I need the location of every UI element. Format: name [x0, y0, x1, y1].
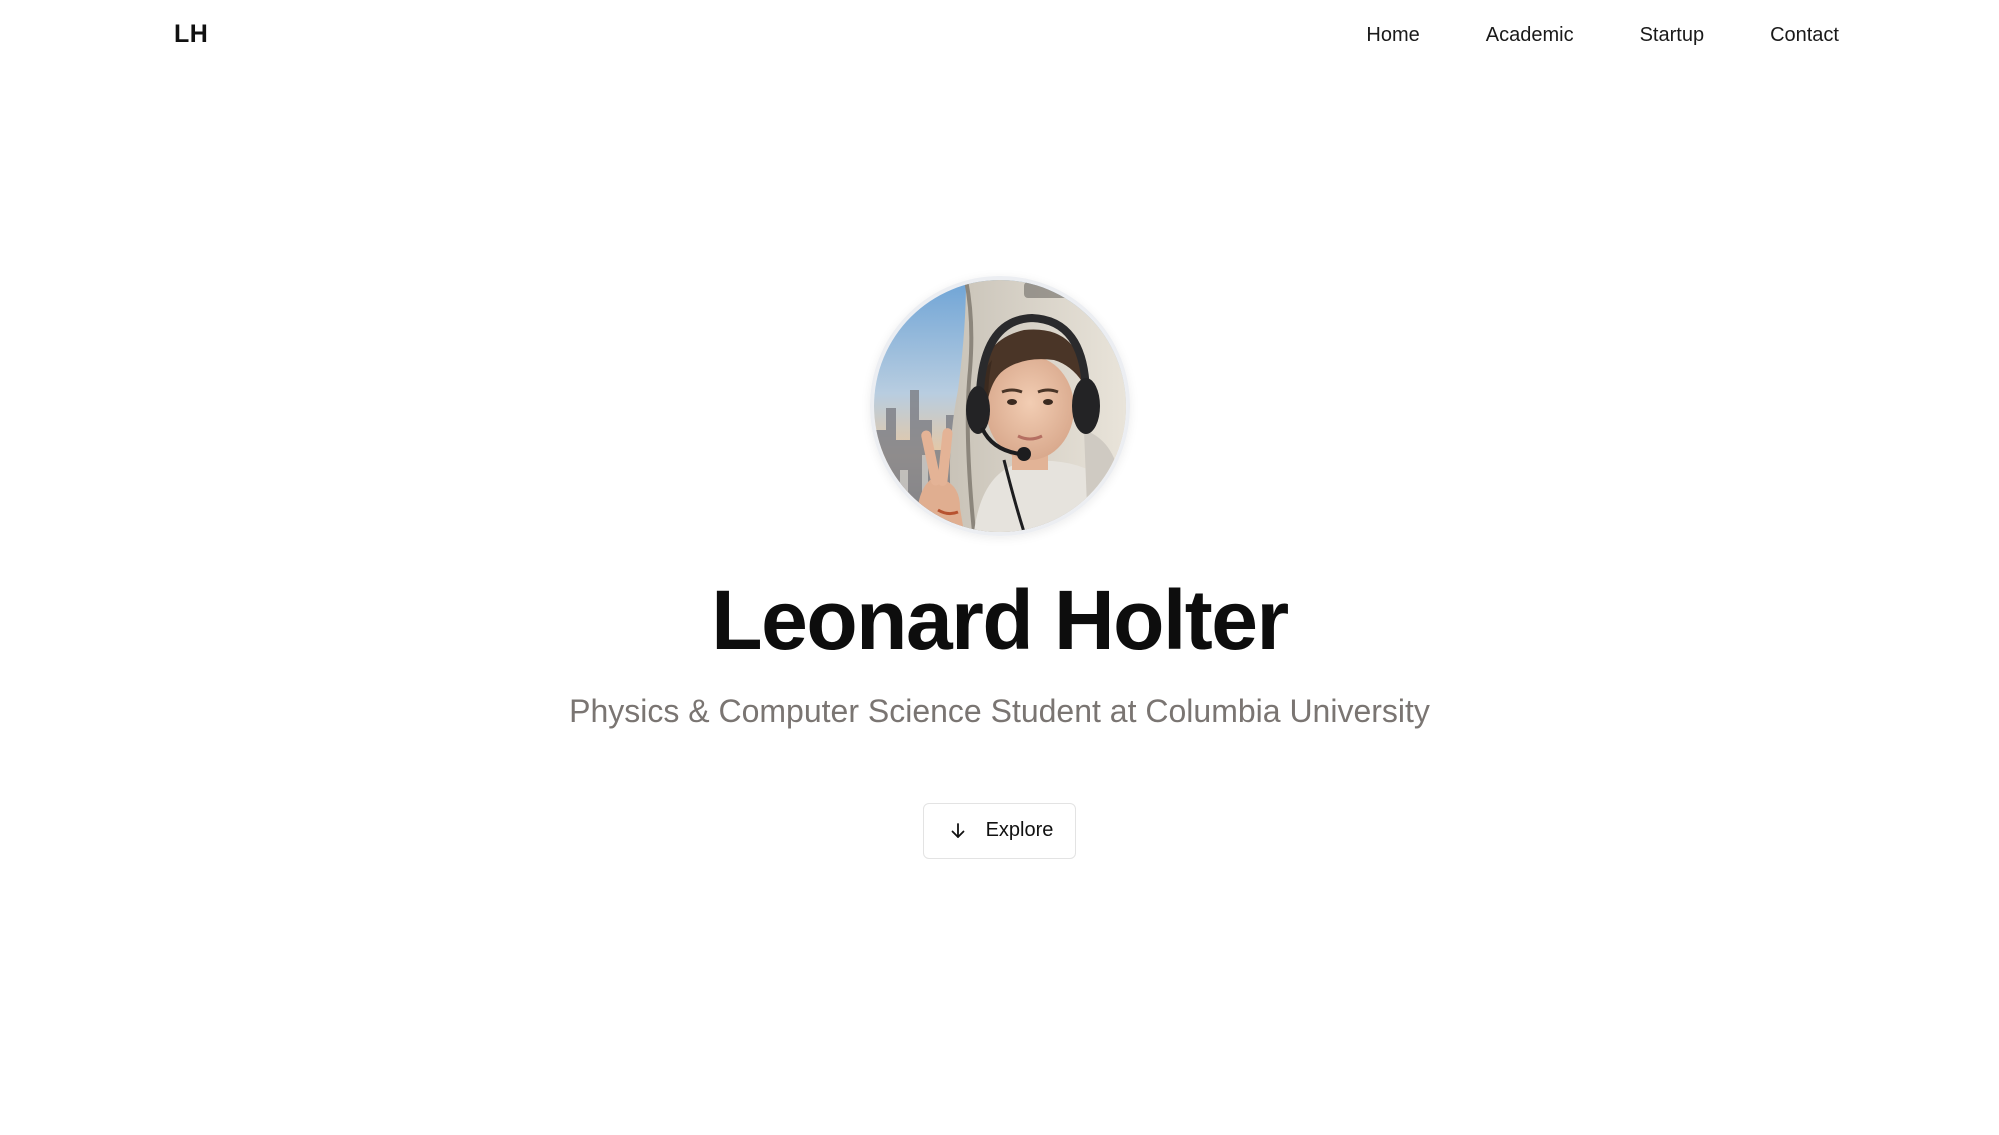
arrow-down-icon — [948, 821, 968, 841]
nav-contact[interactable]: Contact — [1770, 24, 1839, 47]
nav-home[interactable]: Home — [1366, 24, 1419, 47]
profile-photo — [873, 280, 1126, 532]
page-title: Leonard Holter — [711, 573, 1289, 667]
brand-logo[interactable]: LH — [174, 20, 208, 49]
profile-avatar — [869, 276, 1130, 536]
nav-links: Home Academic Startup Contact — [1366, 24, 1839, 47]
nav-academic[interactable]: Academic — [1486, 24, 1574, 47]
hero-section: Leonard Holter Physics & Computer Scienc… — [0, 276, 1999, 859]
page: LH Home Academic Startup Contact Leonard… — [0, 0, 1999, 1135]
page-subtitle: Physics & Computer Science Student at Co… — [569, 693, 1430, 730]
nav-startup[interactable]: Startup — [1640, 24, 1704, 47]
top-nav: LH Home Academic Startup Contact — [0, 0, 1999, 74]
explore-button[interactable]: Explore — [922, 802, 1077, 859]
explore-button-label: Explore — [985, 819, 1054, 842]
